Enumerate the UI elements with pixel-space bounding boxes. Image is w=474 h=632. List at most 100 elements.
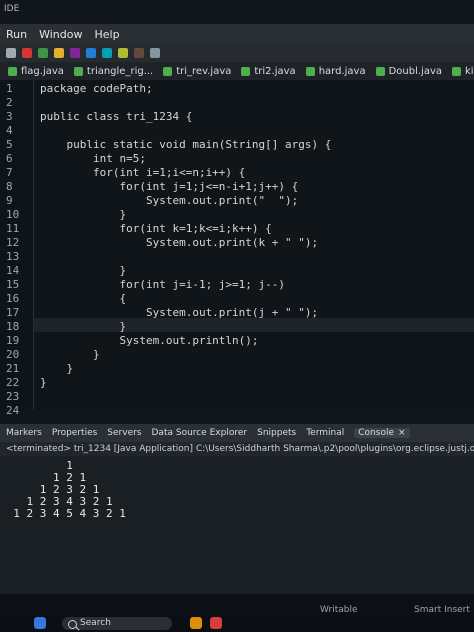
line-number: 9 <box>6 194 13 207</box>
menu-bar: Run Window Help <box>0 24 474 44</box>
code-line[interactable]: package codePath; <box>40 82 153 96</box>
tab-label: flag.java <box>21 65 64 77</box>
line-number: 10 <box>6 208 20 221</box>
panel-tab-label: Data Source Explorer <box>151 428 248 438</box>
tab-label: hard.java <box>318 65 366 77</box>
stop-icon[interactable] <box>22 48 32 58</box>
panel-tab-label: Properties <box>51 428 98 438</box>
code-line[interactable]: } <box>40 320 126 334</box>
code-line[interactable]: for(int i=1;i<=n;i++) { <box>40 166 245 180</box>
code-line[interactable]: System.out.println(); <box>40 334 258 348</box>
panel-tab-servers[interactable]: Servers <box>107 428 141 438</box>
code-line[interactable]: System.out.print(j + " "); <box>40 306 318 320</box>
code-line[interactable]: { <box>40 292 126 306</box>
windows-start-icon[interactable] <box>34 617 46 629</box>
code-line[interactable]: System.out.print(" "); <box>40 194 298 208</box>
panel-tab-label: Markers <box>6 428 42 438</box>
panel-tab-terminal[interactable]: Terminal <box>306 428 344 438</box>
java-file-icon <box>73 66 83 76</box>
panel-tabs: Markers Properties Servers Data Source E… <box>0 424 474 442</box>
line-number: 24 <box>6 404 20 417</box>
code-line[interactable]: for(int k=1;k<=i;k++) { <box>40 222 271 236</box>
line-number: 18 <box>6 320 20 333</box>
menu-run[interactable]: Run <box>6 28 27 41</box>
code-line[interactable]: } <box>40 376 47 390</box>
panel-tab-label: Snippets <box>257 428 297 438</box>
close-icon[interactable]: × <box>398 428 406 438</box>
code-area[interactable]: package codePath; public class tri_1234 {… <box>40 80 470 410</box>
code-editor[interactable]: package codePath; public class tri_1234 {… <box>0 80 474 417</box>
code-line[interactable]: int n=5; <box>40 152 146 166</box>
panel-tab-markers[interactable]: Markers <box>6 428 42 438</box>
code-line[interactable]: System.out.print(k + " "); <box>40 236 318 250</box>
code-line[interactable]: public class tri_1234 { <box>40 110 192 124</box>
line-number: 1 <box>6 82 13 95</box>
code-line[interactable]: } <box>40 362 73 376</box>
tab-flag[interactable]: flag.java <box>8 66 64 77</box>
toolbar-icon[interactable] <box>150 48 160 58</box>
line-number: 13 <box>6 250 20 263</box>
tab-triangle-rig[interactable]: triangle_rig... <box>73 65 154 77</box>
debug-icon[interactable] <box>54 48 64 58</box>
toolbar-icon[interactable] <box>102 48 112 58</box>
line-number: 11 <box>6 222 20 235</box>
tab-label: triangle_rig... <box>86 65 154 77</box>
java-file-icon <box>375 66 385 76</box>
panel-tab-data-source-explorer[interactable]: Data Source Explorer <box>152 428 248 438</box>
toolbar <box>0 44 474 62</box>
java-file-icon <box>241 66 251 76</box>
line-number: 21 <box>6 362 20 375</box>
panel-tab-console[interactable]: Console × <box>354 428 410 438</box>
panel-tab-label: Console <box>358 428 394 438</box>
console-terminated-status: <terminated> tri_1234 [Java Application]… <box>0 442 474 456</box>
tab-label: tri2.java <box>254 65 296 77</box>
code-line[interactable]: public static void main(String[] args) { <box>40 138 331 152</box>
line-number: 2 <box>6 96 13 109</box>
tab-label: Doubl.java <box>388 65 442 77</box>
java-file-icon <box>305 66 315 76</box>
code-line[interactable]: } <box>40 208 126 222</box>
line-number: 8 <box>6 180 13 193</box>
run-icon[interactable] <box>38 48 48 58</box>
line-number: 3 <box>6 110 13 123</box>
java-file-icon <box>452 66 461 76</box>
line-number: 12 <box>6 236 20 249</box>
console-line: 1 2 3 4 5 4 3 2 1 <box>0 507 126 520</box>
tab-kite1[interactable]: kite1.ja <box>452 66 474 77</box>
taskbar-app-icon[interactable] <box>210 617 222 629</box>
screenshot-root: IDE Run Window Help flag.java triangle_r… <box>0 0 474 632</box>
panel-tab-label: Terminal <box>306 428 345 438</box>
line-number: 5 <box>6 138 13 151</box>
editor-tabs: flag.java triangle_rig... tri_rev.java t… <box>0 62 474 80</box>
panel-tab-properties[interactable]: Properties <box>52 428 97 438</box>
line-number: 20 <box>6 348 20 361</box>
java-file-icon <box>163 66 173 76</box>
toolbar-icon[interactable] <box>134 48 144 58</box>
tab-hard[interactable]: hard.java <box>305 65 366 77</box>
code-line[interactable]: } <box>40 264 126 278</box>
tab-label: kite1.ja <box>465 65 474 77</box>
panel-tab-snippets[interactable]: Snippets <box>257 428 296 438</box>
toolbar-icon[interactable] <box>70 48 80 58</box>
line-number: 17 <box>6 306 20 319</box>
taskbar-app-icon[interactable] <box>190 617 202 629</box>
line-number: 22 <box>6 376 20 389</box>
search-icon <box>68 620 77 629</box>
code-line[interactable]: for(int j=1;j<=n-i+1;j++) { <box>40 180 298 194</box>
menu-help[interactable]: Help <box>94 28 119 41</box>
code-line[interactable]: for(int j=i-1; j>=1; j--) <box>40 278 285 292</box>
line-number: 15 <box>6 278 20 291</box>
ide-label: IDE <box>4 4 20 14</box>
menu-window[interactable]: Window <box>39 28 82 41</box>
toolbar-icon[interactable] <box>118 48 128 58</box>
line-number: 19 <box>6 334 20 347</box>
toolbar-icon[interactable] <box>6 48 16 58</box>
tab-tri-rev[interactable]: tri_rev.java <box>163 66 231 77</box>
toolbar-icon[interactable] <box>86 48 96 58</box>
line-number: 6 <box>6 152 13 165</box>
tab-tri2[interactable]: tri2.java <box>241 65 296 77</box>
code-line[interactable]: } <box>40 348 100 362</box>
panel-tab-label: Servers <box>107 428 142 438</box>
line-number: 4 <box>6 124 13 137</box>
tab-doubl[interactable]: Doubl.java <box>375 65 442 77</box>
